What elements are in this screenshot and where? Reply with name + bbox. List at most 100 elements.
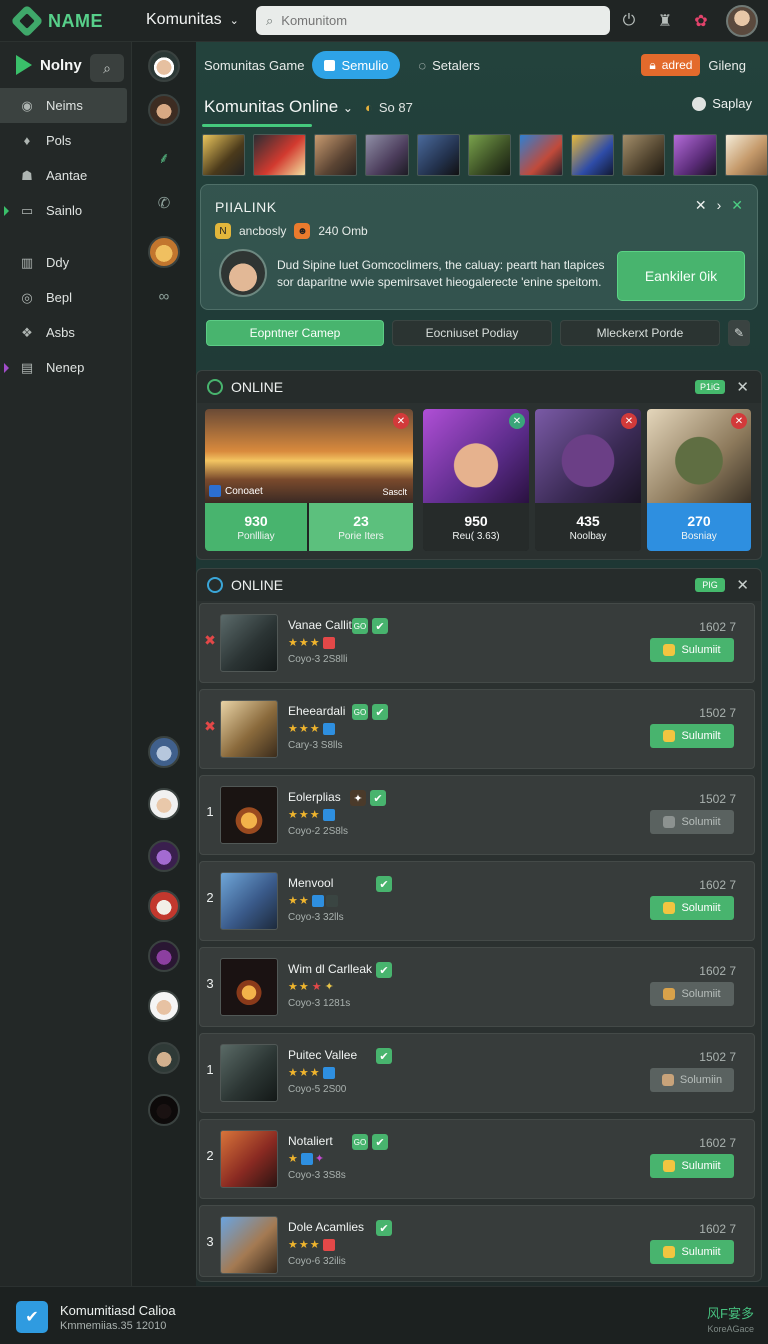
- list-item[interactable]: 3 Dole Acamlies ✔ ★★★ Coyo-6 32ilis 1602…: [199, 1205, 755, 1277]
- game-card[interactable]: ✕ 950 Reu( 3.63): [423, 409, 529, 551]
- app-check-icon[interactable]: ✔: [16, 1301, 48, 1333]
- list-item[interactable]: 3 Wim dl Carlleak ✔ ★★ ★ ✦ Coyo-3 1281s 16…: [199, 947, 755, 1027]
- button-label: Sulumiit: [681, 1160, 721, 1172]
- sidebar-search-button[interactable]: ⌕: [90, 54, 124, 82]
- leaf-icon[interactable]: ⸙: [154, 148, 174, 168]
- close-icon[interactable]: ✕: [736, 378, 749, 396]
- game-thumbnail[interactable]: [365, 134, 409, 176]
- search-bar[interactable]: ⌕: [256, 6, 610, 35]
- sidebar-item-ddy[interactable]: ▥ Ddy: [0, 245, 131, 280]
- submit-button[interactable]: Solumiit: [650, 896, 734, 920]
- chevron-right-icon[interactable]: ›: [717, 197, 722, 214]
- power-icon[interactable]: ⏻: [618, 10, 640, 32]
- sidebar-item-nenep[interactable]: ▤ Nenep: [0, 350, 131, 385]
- secondary-action-button[interactable]: Eocniuset Podiay: [392, 320, 552, 346]
- users-icon: ☗: [21, 167, 33, 183]
- rail-avatar[interactable]: [148, 736, 180, 768]
- badge-icon: [322, 1238, 335, 1251]
- featured-avatar[interactable]: [219, 249, 267, 297]
- rail-avatar[interactable]: [148, 1094, 180, 1126]
- tab-adred[interactable]: 🔒︎ adred: [641, 54, 701, 76]
- list-item[interactable]: ✖ Vanae Callite GO ✔ ★★★ Coyo-3 2S8lli 16…: [199, 603, 755, 683]
- sidebar-item-bepl[interactable]: ◎ Bepl: [0, 280, 131, 315]
- game-thumbnail[interactable]: [202, 134, 246, 176]
- sidebar-item-aantae[interactable]: ☗ Aantae: [0, 158, 131, 193]
- row-stars: ★★ ★ ✦: [288, 981, 335, 993]
- rail-avatar[interactable]: [148, 788, 180, 820]
- sidebar-item-pols[interactable]: ♦ Pols: [0, 123, 131, 158]
- list-item[interactable]: 1 Puitec Vallee ✔ ★★★ Coyo-5 2S00 1502 7…: [199, 1033, 755, 1113]
- rail-avatar[interactable]: [148, 890, 180, 922]
- rail-avatar[interactable]: [148, 50, 180, 82]
- active-indicator: [202, 124, 312, 127]
- search-input[interactable]: [281, 13, 582, 28]
- edit-icon[interactable]: ✎: [728, 320, 750, 346]
- workspace-selector[interactable]: Komunitas ⌄: [146, 11, 239, 29]
- link-icon[interactable]: ∞: [154, 288, 174, 308]
- game-card[interactable]: ✕ Conoaet Sasclt 930 Ponllliay 23 Porie …: [205, 409, 413, 551]
- rail-avatar[interactable]: [148, 990, 180, 1022]
- user-avatar[interactable]: [726, 5, 758, 37]
- game-thumbnail[interactable]: [570, 134, 615, 176]
- rail-avatar[interactable]: [148, 236, 180, 268]
- notification-flower-icon[interactable]: ✿: [690, 10, 712, 32]
- list-item[interactable]: ✖ Eheeardali GO ✔ ★★★ Cary-3 S8lls 1502 7…: [199, 689, 755, 769]
- display-button[interactable]: Saplay: [692, 96, 752, 111]
- rail-avatar[interactable]: [148, 1042, 180, 1074]
- game-thumbnail[interactable]: [622, 134, 666, 176]
- sidebar-item-label: Nenep: [46, 360, 85, 375]
- submit-button[interactable]: Solumiit: [650, 982, 734, 1006]
- badge-icon: [322, 636, 335, 649]
- game-card[interactable]: ✕ 270 Bosniay: [647, 409, 751, 551]
- stat-value: 930: [244, 512, 268, 529]
- tab-label: Semulio: [341, 57, 389, 73]
- tab-game[interactable]: Somunitas Game: [196, 51, 312, 79]
- main-content: Somunitas Game Semulio ◌ Setalers 🔒︎ adr…: [196, 42, 768, 1286]
- rail-avatar[interactable]: [148, 840, 180, 872]
- sidebar-item-label: Pols: [46, 133, 72, 148]
- close-green-icon[interactable]: ✕: [731, 197, 743, 214]
- submit-button[interactable]: Sulumiit: [650, 638, 734, 662]
- submit-button[interactable]: Sulumilt: [650, 724, 734, 748]
- game-thumbnail[interactable]: [468, 134, 512, 176]
- footer-brand[interactable]: 风F宴多 KoreAGace: [707, 1303, 754, 1334]
- tab-gileng[interactable]: Gileng: [700, 51, 754, 79]
- sidebar-item-sainlo[interactable]: ▭ Sainlo: [0, 193, 131, 228]
- submit-button[interactable]: Sulumiit: [650, 1154, 734, 1178]
- doc-icon: ▭: [20, 202, 34, 218]
- close-icon[interactable]: ✕: [736, 576, 749, 594]
- game-thumbnail[interactable]: [253, 134, 307, 176]
- list-item[interactable]: 2 Notaliert GO ✔ ★ ✦ Coyo-3 3S8s 1602 7 Su…: [199, 1119, 755, 1199]
- star-icon: [663, 988, 676, 1000]
- close-icon[interactable]: ✕: [695, 197, 707, 214]
- game-thumbnail[interactable]: [519, 134, 563, 176]
- bell-icon[interactable]: ♜: [654, 10, 676, 32]
- featured-action-button[interactable]: Eankiler 0ik: [617, 251, 745, 301]
- rail-avatar[interactable]: [148, 940, 180, 972]
- submit-button[interactable]: Solumiin: [650, 1068, 734, 1092]
- sidebar-title: Nolny: [40, 56, 82, 74]
- tertiary-action-button[interactable]: Mleckerxt Porde: [560, 320, 720, 346]
- sidebar-item-neims[interactable]: ◉ Neims: [0, 88, 127, 123]
- card-stat: 270 Bosniay: [647, 503, 751, 551]
- game-thumbnail[interactable]: [416, 134, 461, 176]
- game-card[interactable]: ✕ 435 Noolbay: [535, 409, 641, 551]
- row-thumbnail: [220, 958, 278, 1016]
- submit-button[interactable]: Solumiit: [650, 810, 734, 834]
- list-item[interactable]: 2 Menvool ✔ ★★ Coyo-3 32lls 1602 7 Solum…: [199, 861, 755, 941]
- tab-semulio[interactable]: Semulio: [312, 51, 401, 79]
- game-thumbnail[interactable]: [673, 134, 717, 176]
- game-thumbnail[interactable]: [724, 134, 768, 176]
- sidebar-item-label: Asbs: [46, 325, 75, 340]
- primary-action-button[interactable]: Eopntner Camep: [206, 320, 384, 346]
- game-thumbnail[interactable]: [314, 134, 358, 176]
- app-logo[interactable]: NAME: [10, 4, 132, 38]
- rail-avatar[interactable]: [148, 94, 180, 126]
- tab-setalers[interactable]: ◌ Setalers: [410, 51, 487, 79]
- list-item[interactable]: 1 Eolerplias ✦ ✔ ★★★ Coyo-2 2S8ls 1502 7 …: [199, 775, 755, 855]
- community-title[interactable]: Komunitas Online ⌄: [204, 97, 353, 117]
- sidebar-item-asbs[interactable]: ❖ Asbs: [0, 315, 131, 350]
- submit-button[interactable]: Sulumiit: [650, 1240, 734, 1264]
- chat-icon[interactable]: ✆: [154, 194, 174, 214]
